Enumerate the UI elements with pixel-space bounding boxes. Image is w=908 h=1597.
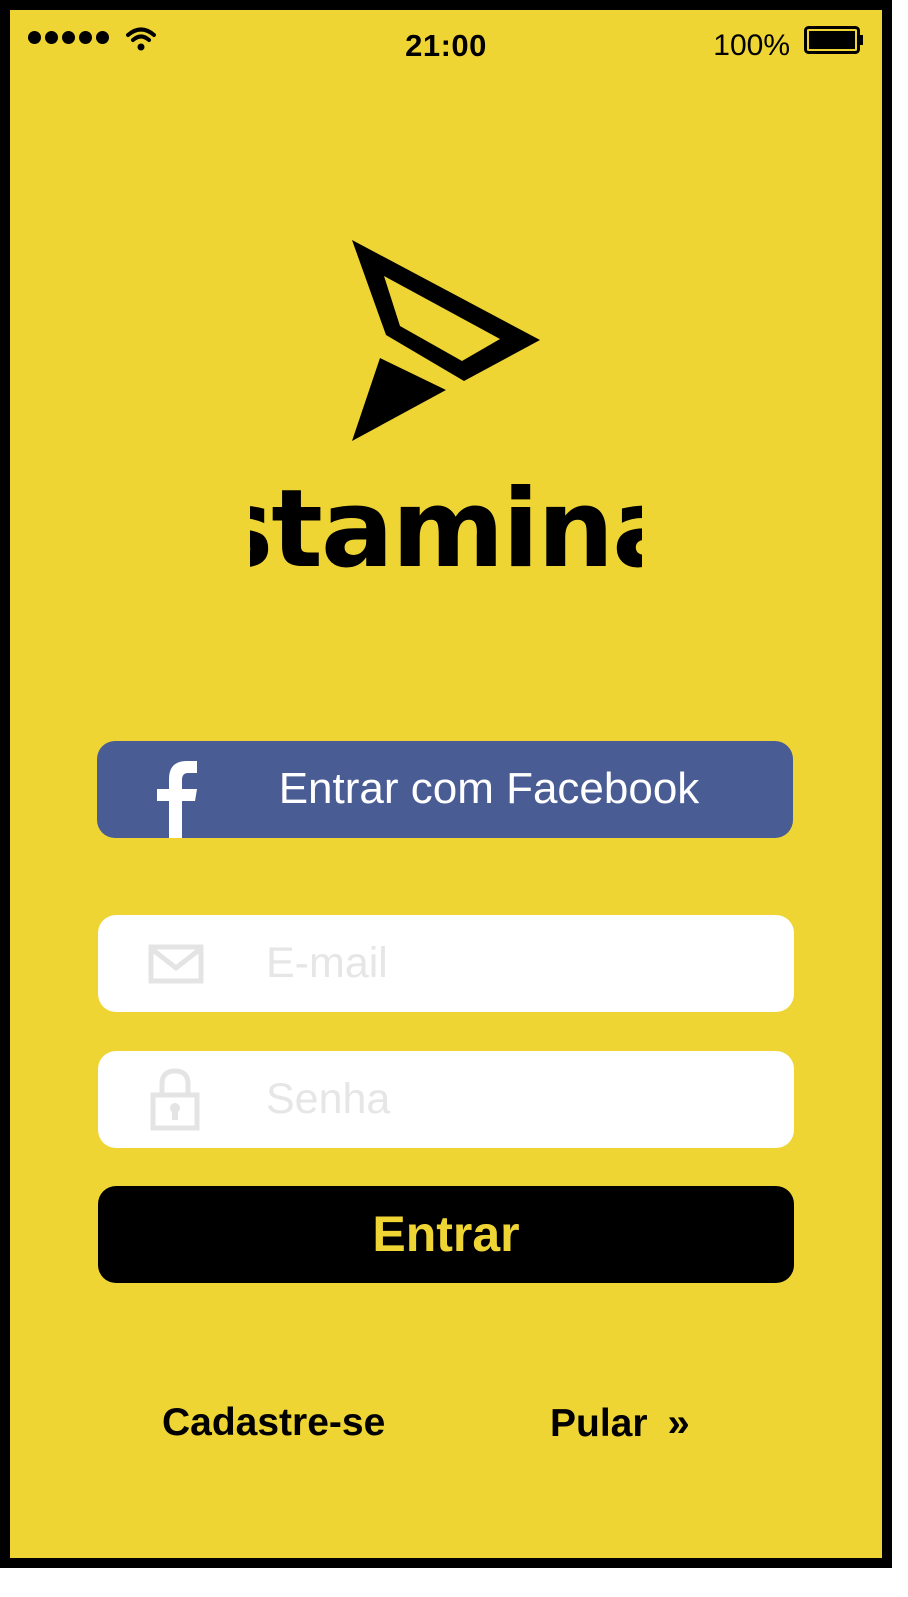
- app-screen: 21:00 100% stamina Entrar com Facebook: [0, 0, 892, 1568]
- brand-wordmark: stamina: [250, 480, 642, 572]
- login-button[interactable]: Entrar: [98, 1186, 794, 1283]
- skip-label: Pular: [550, 1401, 648, 1445]
- facebook-login-label: Entrar com Facebook: [278, 764, 700, 813]
- paper-plane-arrow-icon: [352, 240, 540, 441]
- battery-percentage: 100%: [713, 29, 790, 62]
- svg-text:stamina: stamina: [250, 480, 642, 572]
- lock-icon: [150, 1068, 200, 1131]
- facebook-login-button[interactable]: Entrar com Facebook: [97, 741, 793, 838]
- email-input[interactable]: [266, 929, 766, 997]
- password-field[interactable]: [98, 1051, 794, 1148]
- signup-link[interactable]: Cadastre-se: [162, 1401, 385, 1445]
- battery-icon: [804, 26, 863, 54]
- password-input[interactable]: [266, 1065, 766, 1133]
- skip-link[interactable]: Pular »: [550, 1401, 690, 1446]
- status-bar: 21:00 100%: [10, 10, 882, 70]
- envelope-icon: [148, 944, 204, 984]
- double-chevron-right-icon: »: [667, 1401, 690, 1445]
- login-button-label: Entrar: [372, 1206, 520, 1262]
- email-field[interactable]: [98, 915, 794, 1012]
